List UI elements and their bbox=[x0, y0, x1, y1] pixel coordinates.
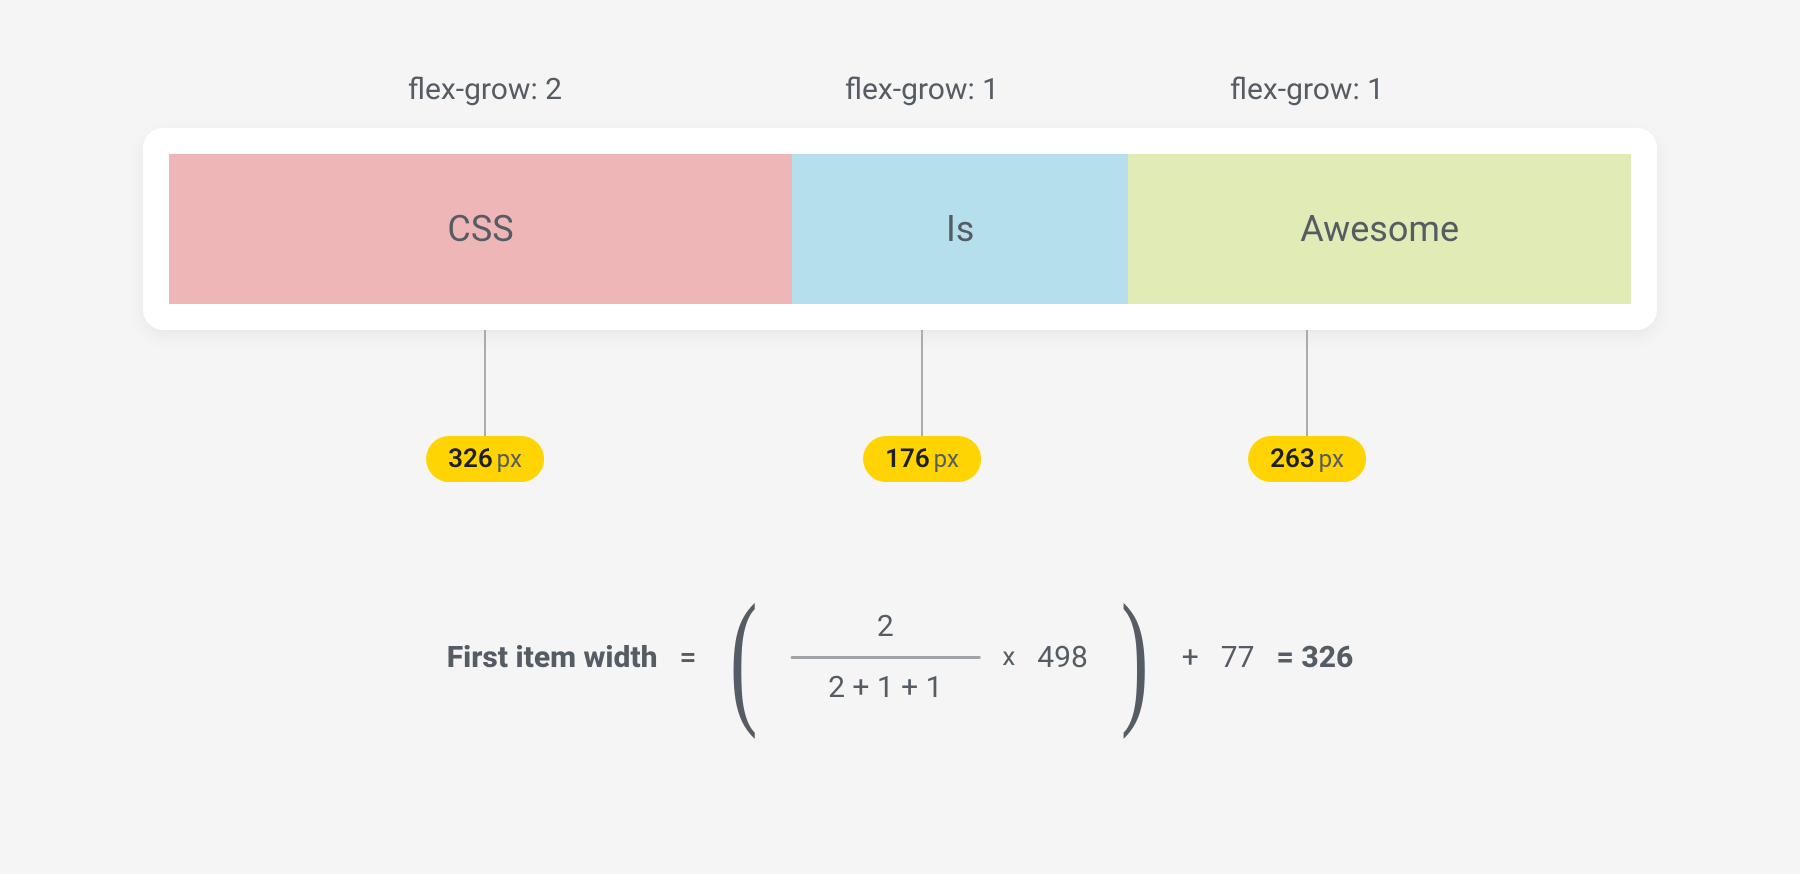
width-pill-b: 176 px bbox=[863, 436, 981, 482]
label-flex-grow-b: flex-grow: 1 bbox=[845, 72, 999, 107]
equation-times: x bbox=[1002, 642, 1015, 672]
paren-close-icon: ) bbox=[1121, 582, 1148, 732]
equation-result: = 326 bbox=[1277, 640, 1354, 675]
equation-equals-1: = bbox=[679, 640, 696, 675]
flex-item-css: CSS bbox=[169, 154, 792, 304]
width-unit-a: px bbox=[497, 445, 522, 473]
width-pill-a: 326 px bbox=[426, 436, 544, 482]
flex-item-awesome: Awesome bbox=[1128, 154, 1631, 304]
connector-c bbox=[1306, 330, 1308, 442]
equation-free-space: 498 bbox=[1037, 640, 1088, 675]
equation-basis: 77 bbox=[1221, 640, 1255, 675]
width-value-b: 176 bbox=[885, 444, 930, 474]
connector-a bbox=[484, 330, 486, 442]
width-unit-c: px bbox=[1319, 445, 1344, 473]
connector-b bbox=[921, 330, 923, 442]
equation-numerator: 2 bbox=[859, 608, 912, 646]
fraction-bar-icon bbox=[790, 656, 980, 659]
equation-fraction: 2 2 + 1 + 1 bbox=[790, 608, 980, 707]
flex-demo-row: CSS Is Awesome bbox=[169, 154, 1631, 304]
flex-container-card: CSS Is Awesome bbox=[143, 128, 1657, 330]
equation: First item width = ( 2 2 + 1 + 1 x 498 )… bbox=[447, 582, 1354, 732]
width-value-c: 263 bbox=[1270, 444, 1315, 474]
equation-result-value: 326 bbox=[1301, 640, 1353, 675]
flex-item-is: Is bbox=[792, 154, 1128, 304]
paren-open-icon: ( bbox=[730, 582, 757, 732]
equation-result-prefix: = bbox=[1277, 640, 1302, 675]
equation-label: First item width bbox=[447, 640, 658, 675]
equation-denominator: 2 + 1 + 1 bbox=[810, 669, 960, 707]
width-unit-b: px bbox=[934, 445, 959, 473]
width-value-a: 326 bbox=[448, 444, 493, 474]
equation-plus: + bbox=[1182, 640, 1199, 675]
label-flex-grow-a: flex-grow: 2 bbox=[408, 72, 562, 107]
width-pill-c: 263 px bbox=[1248, 436, 1366, 482]
diagram-stage: flex-grow: 2 flex-grow: 1 flex-grow: 1 C… bbox=[0, 0, 1800, 874]
label-flex-grow-c: flex-grow: 1 bbox=[1230, 72, 1384, 107]
